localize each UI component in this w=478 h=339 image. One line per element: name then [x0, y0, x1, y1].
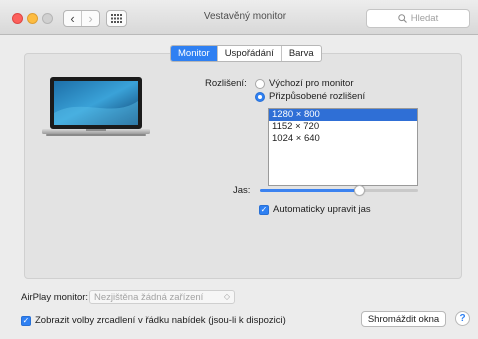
back-button[interactable]: ‹: [64, 11, 81, 26]
laptop-icon: [42, 77, 150, 136]
search-field[interactable]: Hledat: [366, 9, 470, 28]
brightness-slider-fill: [260, 189, 360, 192]
tab-arrangement[interactable]: Uspořádání: [216, 46, 281, 61]
tab-bar: Monitor Uspořádání Barva: [170, 45, 322, 62]
display-preferences-window: ‹ › Vestavěný monitor Hledat Monitor Usp…: [0, 0, 478, 339]
title-bar: ‹ › Vestavěný monitor Hledat: [0, 0, 478, 35]
list-item[interactable]: 1280 × 800: [269, 109, 417, 121]
resolution-label: Rozlišení:: [205, 78, 247, 89]
resolution-scaled-option[interactable]: Přizpůsobené rozlišení: [255, 91, 365, 102]
show-all-button[interactable]: [106, 10, 127, 27]
radio-scaled-label: Přizpůsobené rozlišení: [269, 91, 366, 102]
radio-default[interactable]: [255, 78, 265, 89]
search-placeholder: Hledat: [410, 13, 439, 24]
auto-brightness-label: Automaticky upravit jas: [273, 204, 371, 215]
window-title: Vestavěný monitor: [203, 11, 287, 22]
mirroring-option[interactable]: ✓ Zobrazit volby zrcadlení v řádku nabíd…: [21, 315, 286, 326]
mirroring-checkbox[interactable]: ✓: [21, 315, 31, 326]
resolution-list[interactable]: 1280 × 800 1152 × 720 1024 × 640: [268, 108, 418, 186]
forward-button[interactable]: ›: [81, 11, 99, 26]
chevron-right-icon: ›: [88, 11, 93, 26]
airplay-label: AirPlay monitor:: [21, 292, 89, 303]
airplay-value: Nezjištěna žádná zařízení: [94, 291, 204, 303]
radio-scaled[interactable]: [255, 91, 265, 102]
list-item[interactable]: 1024 × 640: [269, 133, 417, 145]
search-icon: [398, 14, 407, 23]
chevron-left-icon: ‹: [70, 11, 75, 26]
minimize-window-button[interactable]: [27, 13, 38, 24]
mirroring-label: Zobrazit volby zrcadlení v řádku nabídek…: [35, 315, 286, 326]
brightness-slider-knob[interactable]: [354, 185, 366, 196]
brightness-slider[interactable]: [260, 185, 418, 196]
list-item[interactable]: 1152 × 720: [269, 121, 417, 133]
auto-brightness-option[interactable]: ✓ Automaticky upravit jas: [259, 204, 371, 215]
resolution-default-option[interactable]: Výchozí pro monitor: [255, 78, 353, 89]
radio-default-label: Výchozí pro monitor: [269, 78, 354, 89]
tab-color[interactable]: Barva: [280, 46, 321, 61]
gather-windows-button[interactable]: Shromáždit okna: [361, 311, 446, 327]
brightness-label: Jas:: [233, 185, 251, 196]
navigation-buttons: ‹ ›: [63, 10, 100, 27]
grid-icon: [111, 14, 122, 23]
help-button[interactable]: ?: [455, 311, 470, 326]
updown-arrows-icon: ◇: [223, 292, 230, 301]
zoom-window-button[interactable]: [42, 13, 53, 24]
auto-brightness-checkbox[interactable]: ✓: [259, 204, 269, 215]
tab-monitor[interactable]: Monitor: [171, 46, 217, 61]
close-window-button[interactable]: [12, 13, 23, 24]
airplay-popup[interactable]: Nezjištěna žádná zařízení ◇: [89, 290, 235, 304]
